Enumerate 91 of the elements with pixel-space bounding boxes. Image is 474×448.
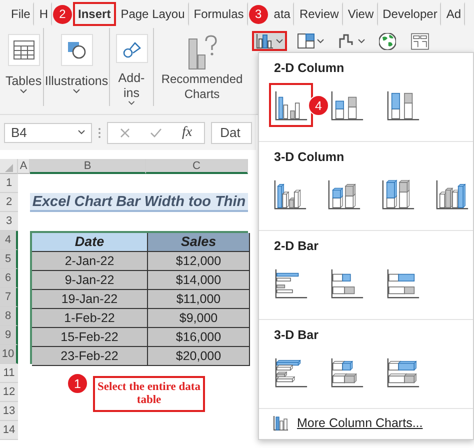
row-header[interactable]: 2 [0, 193, 18, 212]
table-cell: 15-Feb-22 [32, 328, 148, 347]
caret-icon [276, 38, 283, 44]
sheet-title: Excel Chart Bar Width too Thin [30, 193, 248, 212]
step-number: 1 [67, 373, 88, 394]
table-icon [12, 40, 34, 60]
step-number: 2 [53, 4, 72, 24]
table-header: Sales [148, 233, 250, 252]
caret-icon [317, 38, 324, 44]
column-chart-icon [273, 415, 289, 431]
bar-chart-icon [273, 356, 309, 388]
ribbon-tab[interactable]: File [6, 2, 34, 26]
column-chart-icon [273, 88, 309, 122]
row-header[interactable]: 5 [0, 250, 18, 269]
row-header[interactable]: 8 [0, 307, 18, 326]
section-heading: 3-D Bar [274, 328, 320, 342]
table-cell: $9,000 [148, 309, 250, 328]
ribbon-group-label[interactable]: Add-ins [116, 71, 148, 102]
ribbon-tab[interactable]: Developer [378, 2, 442, 26]
column-chart-icon [272, 178, 308, 210]
caret-icon [128, 101, 135, 106]
ribbon-tab[interactable]: Review [294, 2, 343, 26]
column-chart-icon [434, 178, 470, 210]
more-charts-link[interactable]: More Column Charts... [297, 416, 423, 430]
bar-chart-icon [329, 266, 365, 300]
column-chart-icon [385, 88, 421, 122]
ribbon-tab[interactable]: View [342, 2, 378, 26]
row-header[interactable]: 11 [0, 364, 18, 383]
bar-chart-icon [385, 266, 421, 300]
row-header[interactable]: 9 [0, 326, 18, 345]
column-chart-icon [256, 33, 274, 49]
column-chart-icon [326, 178, 362, 210]
table-cell: $11,000 [148, 290, 250, 309]
caret-icon [20, 89, 27, 94]
bar-chart-icon [385, 356, 421, 388]
chart-type-button[interactable] [252, 31, 287, 51]
hierarchy-chart-icon [297, 33, 315, 49]
table-cell: 1-Feb-22 [32, 309, 148, 328]
row-header[interactable]: 6 [0, 269, 18, 288]
row-header[interactable]: 14 [0, 421, 18, 440]
formula-field[interactable]: Dat [211, 122, 252, 144]
table-cell: $20,000 [148, 347, 250, 366]
ribbon-group-label[interactable]: Recommended Charts [158, 72, 246, 102]
ribbon-tab[interactable]: Page Layou [116, 2, 189, 26]
ribbon-tab[interactable]: Ad [441, 2, 466, 26]
table-header: Date [32, 233, 148, 252]
section-heading: 3-D Column [274, 150, 346, 164]
caret-icon [78, 130, 85, 135]
row-header[interactable]: 4 [0, 231, 18, 250]
row-header[interactable]: 1 [0, 174, 18, 193]
column-header[interactable]: C [146, 159, 248, 174]
table-cell: $14,000 [148, 271, 250, 290]
table-cell: $12,000 [148, 252, 250, 271]
ribbon-tab[interactable]: Insert [73, 2, 116, 26]
grip-icon [98, 126, 101, 138]
row-header[interactable]: 3 [0, 212, 18, 231]
column-header[interactable]: A [18, 159, 30, 174]
column-header[interactable]: B [30, 159, 146, 174]
pivot-chart-icon [410, 33, 430, 50]
column-chart-icon [329, 88, 365, 122]
section-heading: 2-D Bar [274, 239, 320, 253]
shapes-icon [66, 40, 88, 60]
table-cell: 9-Jan-22 [32, 271, 148, 290]
row-header[interactable]: 10 [0, 345, 18, 364]
section-heading: 2-D Column [274, 61, 346, 75]
recommended-chart-icon [187, 35, 217, 71]
table-cell: 19-Jan-22 [32, 290, 148, 309]
chart-type-button[interactable] [269, 83, 313, 127]
globe-icon [379, 33, 396, 50]
ribbon-tab[interactable]: H [34, 2, 52, 26]
ribbon-tab[interactable]: ata [268, 2, 294, 26]
caret-icon [73, 89, 80, 94]
table-cell: $16,000 [148, 328, 250, 347]
bar-chart-icon [329, 356, 365, 388]
insert-function-button[interactable]: fx [182, 124, 192, 140]
row-header[interactable]: 13 [0, 402, 18, 421]
step-number: 3 [248, 4, 268, 24]
table-cell: 23-Feb-22 [32, 347, 148, 366]
select-all-icon [4, 164, 12, 172]
instruction-note: Select the entire data table [93, 376, 205, 412]
waterfall-chart-icon [338, 33, 356, 49]
bar-chart-icon [273, 266, 309, 300]
ribbon-group-label[interactable]: Illustrations [44, 74, 108, 89]
ribbon-group-label[interactable]: Tables [5, 74, 42, 89]
column-chart-icon [380, 178, 416, 210]
row-header[interactable]: 7 [0, 288, 18, 307]
table-cell: 2-Jan-22 [32, 252, 148, 271]
ribbon-tab[interactable]: Formulas [188, 2, 248, 26]
row-header[interactable]: 12 [0, 383, 18, 402]
name-box[interactable]: B4 [4, 122, 92, 142]
caret-icon [358, 38, 365, 44]
